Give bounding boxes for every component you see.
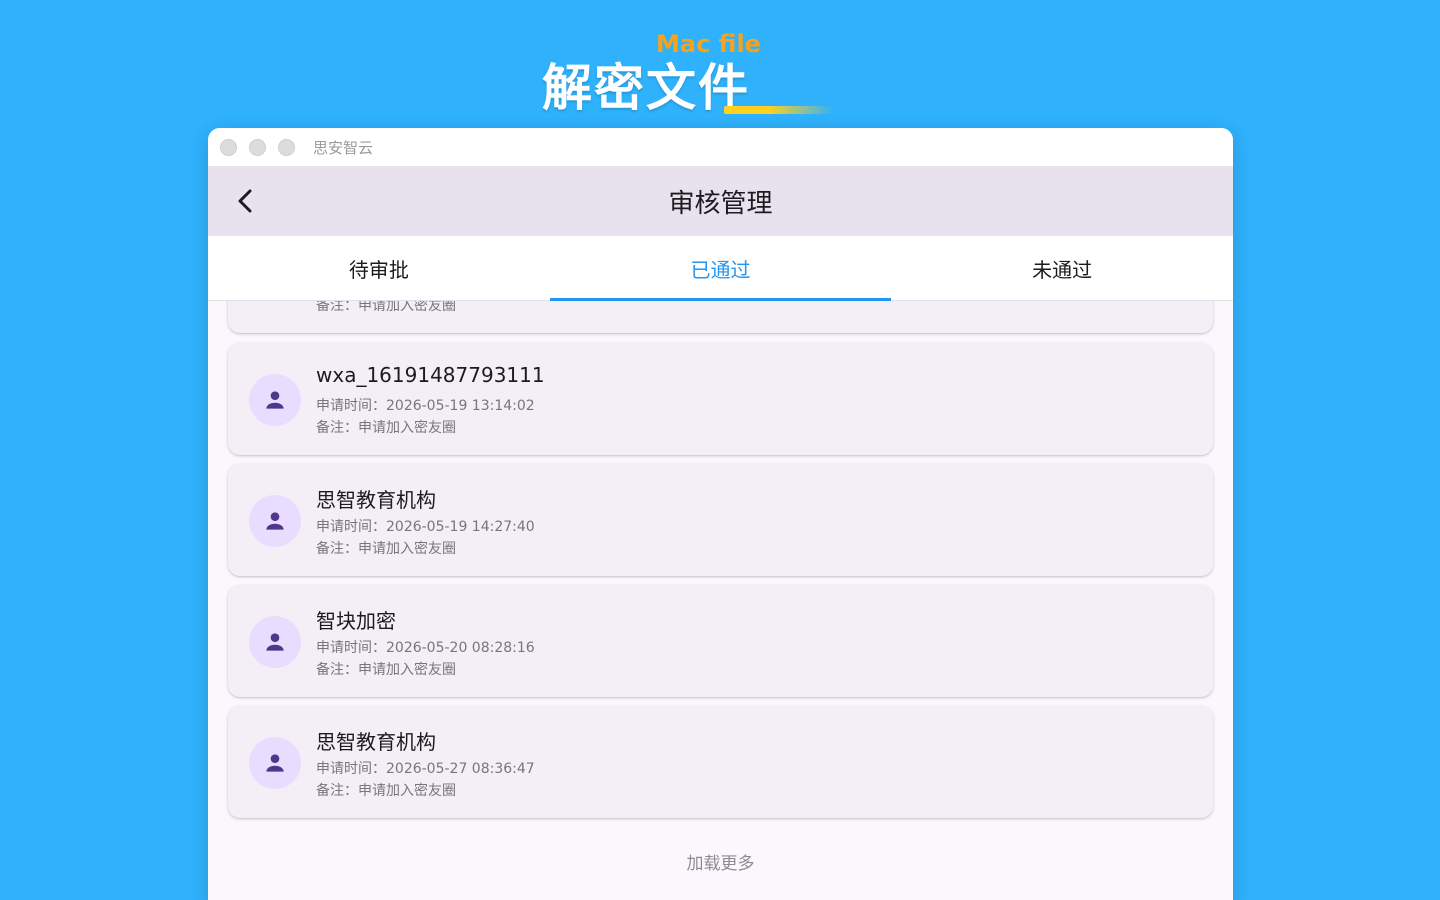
item-note: 备注：申请加入密友圈	[316, 420, 456, 436]
list-item[interactable]: 智块加密 申请时间：2026-05-20 08:28:16 备注：申请加入密友圈	[228, 585, 1213, 697]
item-name: 智块加密	[316, 609, 396, 633]
close-window-button[interactable]	[220, 138, 237, 156]
promo-banner: Mac file 解密文件	[540, 20, 860, 130]
list-item[interactable]: 思智教育机构 申请时间：2026-05-27 08:36:47 备注：申请加入密…	[228, 706, 1213, 818]
item-time: 申请时间：2026-05-19 13:14:02	[316, 398, 535, 414]
chevron-left-icon	[238, 189, 252, 213]
app-bar: 审核管理	[208, 166, 1233, 236]
item-time: 申请时间：2026-05-20 08:28:16	[316, 640, 535, 656]
item-time: 申请时间：2026-05-27 08:36:47	[316, 761, 535, 777]
window-title: 思安智云	[313, 138, 374, 157]
avatar	[249, 737, 301, 789]
load-more-button[interactable]: 加载更多	[208, 849, 1233, 874]
item-name: 思智教育机构	[316, 730, 436, 754]
promo-underline	[724, 106, 834, 114]
avatar	[249, 616, 301, 668]
person-icon	[266, 754, 284, 772]
tab-pending[interactable]: 待审批	[208, 236, 550, 300]
item-note: 备注：申请加入密友圈	[316, 662, 456, 678]
item-name: 思智教育机构	[316, 488, 436, 512]
item-time: 申请时间：2026-05-19 14:27:40	[316, 519, 535, 535]
item-note: 备注：申请加入密友圈	[316, 301, 456, 314]
zoom-window-button[interactable]	[278, 138, 295, 156]
person-icon	[266, 391, 284, 409]
promo-title: 解密文件	[542, 59, 750, 117]
list-item[interactable]: 思智教育机构 申请时间：2026-05-19 14:27:40 备注：申请加入密…	[228, 464, 1213, 576]
person-icon	[266, 633, 284, 651]
item-note: 备注：申请加入密友圈	[316, 783, 456, 799]
item-name: wxa_16191487793111	[316, 363, 545, 387]
minimize-window-button[interactable]	[249, 138, 266, 156]
avatar	[249, 374, 301, 426]
list-item[interactable]: wxa_16191487793111 申请时间：2026-05-19 13:14…	[228, 343, 1213, 455]
list-item[interactable]: 备注：申请加入密友圈	[228, 301, 1213, 333]
item-note: 备注：申请加入密友圈	[316, 541, 456, 557]
app-window: 思安智云 审核管理 待审批 已通过 未通过 备注：申请加入密友圈 wxa_161…	[208, 128, 1233, 900]
person-icon	[266, 512, 284, 530]
titlebar: 思安智云	[208, 128, 1233, 166]
avatar	[249, 495, 301, 547]
request-list[interactable]: 备注：申请加入密友圈 wxa_16191487793111 申请时间：2026-…	[208, 301, 1233, 900]
back-button[interactable]	[228, 183, 264, 219]
tab-approved[interactable]: 已通过	[549, 236, 892, 301]
tab-rejected[interactable]: 未通过	[891, 236, 1233, 300]
page-title: 审核管理	[668, 188, 773, 219]
tab-bar: 待审批 已通过 未通过	[208, 236, 1233, 301]
